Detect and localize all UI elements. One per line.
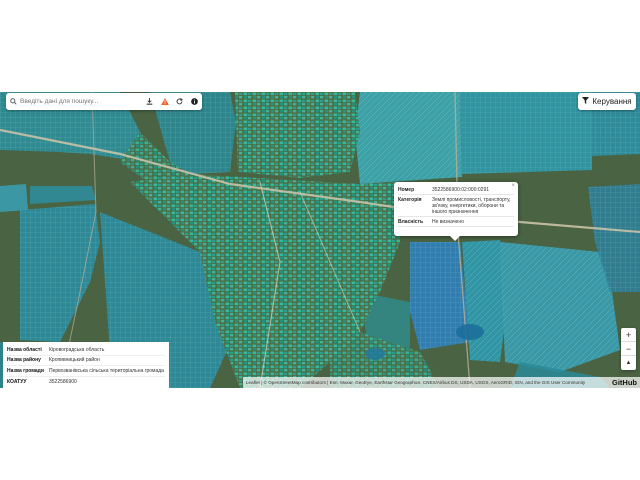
info-row: Назва громади Первозванівська сільська т… (7, 366, 165, 377)
filter-icon (582, 97, 590, 106)
popup-value: Землі промисловості, транспорту, зв'язку… (432, 196, 511, 215)
info-key: Назва району (7, 357, 41, 364)
info-value: Кропивницький район (49, 357, 100, 364)
info-row: КОАТУУ 3522586900 (7, 377, 165, 387)
download-icon[interactable] (142, 93, 157, 110)
zoom-control: + − ▲ (621, 328, 636, 370)
popup-row: Категорія Землі промисловості, транспорт… (398, 195, 514, 217)
info-key: Назва громади (7, 367, 44, 374)
refresh-icon[interactable] (172, 93, 187, 110)
region-info-panel: Назва області Кіровоградська область Наз… (3, 342, 169, 388)
locate-button[interactable]: ▲ (621, 356, 636, 370)
popup-value: 3522586900:02:000:0291 (432, 186, 490, 193)
popup-row: Власність Не визначено (398, 217, 514, 227)
zoom-in-button[interactable]: + (621, 328, 636, 342)
search-bar (6, 93, 202, 110)
popup-row: Номер 3522586900:02:000:0291 (398, 185, 514, 195)
info-key: КОАТУУ (7, 378, 27, 385)
info-key: Назва області (7, 346, 42, 353)
info-icon[interactable] (187, 93, 202, 110)
popup-key: Номер (398, 186, 415, 193)
info-row: Назва району Кропивницький район (7, 356, 165, 367)
search-icon (6, 98, 20, 105)
attribution-text: Leaflet | © OpenStreetMap contributors |… (246, 380, 586, 385)
map-attribution: Leaflet | © OpenStreetMap contributors |… (243, 377, 640, 388)
manage-label: Керування (592, 97, 632, 106)
search-input[interactable] (20, 98, 142, 105)
popup-key: Власність (398, 218, 424, 225)
info-value: Кіровоградська область (49, 346, 105, 353)
parcel-popup: × Номер 3522586900:02:000:0291 Категорія… (394, 182, 518, 241)
popup-tip (450, 236, 460, 241)
info-value: Первозванівська сільська територіальна г… (49, 367, 164, 374)
close-icon[interactable]: × (511, 183, 515, 189)
popup-key: Категорія (398, 196, 422, 203)
manage-button[interactable]: Керування (578, 93, 636, 110)
github-link[interactable]: GitHub (609, 378, 640, 387)
zoom-out-button[interactable]: − (621, 342, 636, 356)
info-value: 3522586900 (49, 378, 77, 385)
popup-value: Не визначено (432, 218, 464, 225)
warning-icon[interactable] (157, 93, 172, 110)
info-row: Назва області Кіровоградська область (7, 345, 165, 356)
